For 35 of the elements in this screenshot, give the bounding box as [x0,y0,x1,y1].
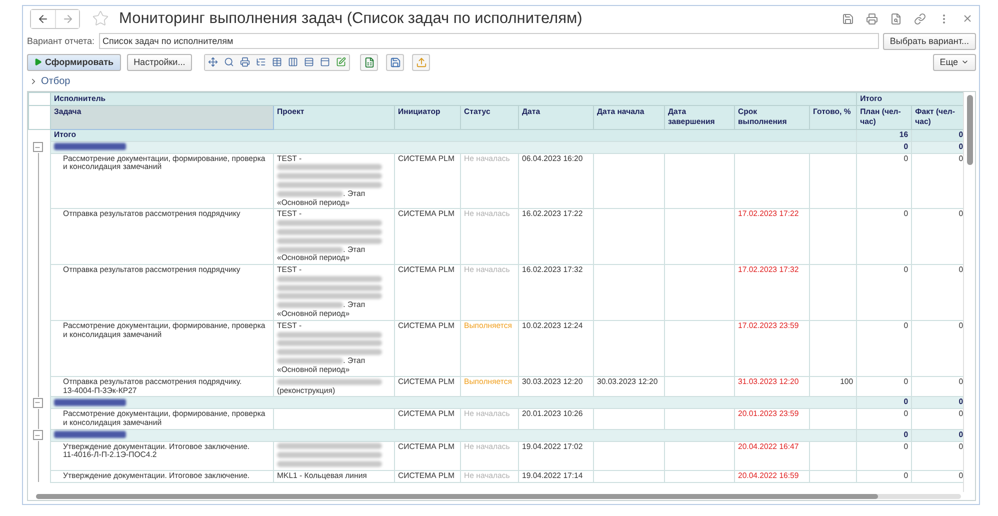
collapse-toggle[interactable] [32,142,42,152]
redacted-text [277,358,344,364]
more-button[interactable]: Еще [932,54,976,70]
filter-toggle[interactable]: Отбор [29,76,70,86]
forward-arrow-icon [62,12,74,24]
spreadsheet-icon[interactable] [360,54,378,70]
table-cell [594,264,664,320]
caret-icon [961,58,969,66]
settings-button[interactable]: Настройки... [126,54,192,70]
move-icon[interactable] [205,54,222,70]
table-cell [594,208,664,265]
collapse-toggle[interactable] [32,430,42,440]
choose-variant-button[interactable]: Выбрать вариант... [882,32,976,50]
table-cell [594,320,664,376]
redacted-name [54,143,126,150]
redacted-name [54,431,126,438]
back-arrow-icon [37,12,49,24]
play-icon [34,58,42,66]
chevron-icon [29,76,38,86]
redacted-text [277,246,344,252]
vertical-scrollbar[interactable] [963,92,975,492]
variant-label: Вариант отчета: [27,36,94,46]
window-title: Мониторинг выполнения задач (Список задач по исполнителям) [119,10,582,28]
star-icon[interactable] [92,10,109,27]
variant-field[interactable]: Список задач по исполнителям [98,33,879,49]
redacted-text [277,190,344,197]
collapse-toggle[interactable] [32,398,42,408]
generate-button[interactable]: Сформировать [27,54,121,70]
table-cell [594,470,664,482]
save-icon[interactable] [386,54,404,70]
upload-icon[interactable] [412,54,430,70]
horizontal-scrollbar[interactable] [36,494,961,498]
redacted-text [277,302,344,308]
redacted-name [54,398,126,406]
edit-icon[interactable] [333,54,350,70]
